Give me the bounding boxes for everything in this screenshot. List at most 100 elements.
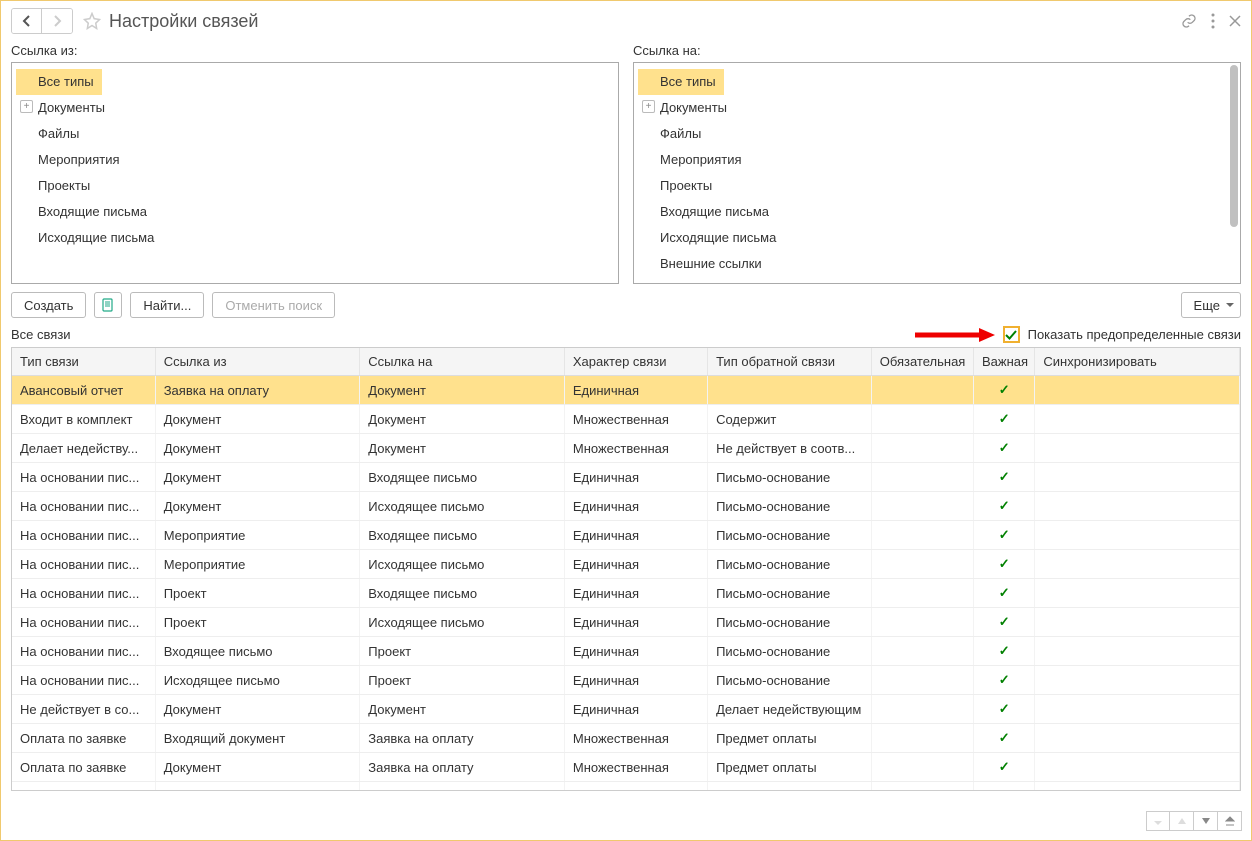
tree-item[interactable]: Файлы — [638, 121, 1236, 147]
close-icon[interactable] — [1229, 15, 1241, 27]
table-cell: Исходящее письмо — [360, 492, 565, 521]
kebab-menu-icon[interactable] — [1211, 13, 1215, 29]
row-last-button[interactable] — [1218, 811, 1242, 831]
table-cell: Единичная — [564, 579, 707, 608]
show-predefined-checkbox[interactable] — [1003, 326, 1020, 343]
column-header[interactable]: Тип обратной связи — [708, 348, 872, 376]
tree-item[interactable]: Мероприятия — [16, 147, 614, 173]
table-row[interactable]: На основании пис...МероприятиеИсходящее … — [12, 550, 1240, 579]
table-cell: ✓ — [974, 724, 1035, 753]
table-row[interactable]: Оплата по заявкеВходящий документЗаявка … — [12, 724, 1240, 753]
tree-item-label: Исходящие письма — [38, 230, 154, 245]
table-cell: Документ — [155, 405, 360, 434]
table-row[interactable]: На основании пис...ПроектВходящее письмо… — [12, 579, 1240, 608]
table-cell — [1035, 405, 1240, 434]
tree-item-label: Исходящие письма — [660, 230, 776, 245]
forward-button[interactable] — [42, 9, 72, 33]
create-button[interactable]: Создать — [11, 292, 86, 318]
row-down-button[interactable] — [1194, 811, 1218, 831]
column-header[interactable]: Тип связи — [12, 348, 155, 376]
tree-item[interactable]: Мероприятия — [638, 147, 1236, 173]
table-cell — [1035, 637, 1240, 666]
tree-item[interactable]: + Документы — [638, 95, 1236, 121]
table-cell — [1035, 492, 1240, 521]
table-cell — [564, 782, 707, 792]
tree-item[interactable]: Внешние ссылки — [638, 251, 1236, 277]
table-cell: Заявка на оплату — [155, 376, 360, 405]
table-cell: Документ — [155, 753, 360, 782]
table-row[interactable]: Оплата по заявкеДокументЗаявка на оплату… — [12, 753, 1240, 782]
table-row[interactable]: На основании пис...ДокументВходящее пись… — [12, 463, 1240, 492]
tree-item-label: Документы — [660, 100, 727, 115]
row-nav-buttons — [1146, 811, 1242, 831]
link-icon[interactable] — [1181, 13, 1197, 29]
table-cell — [155, 782, 360, 792]
table-row[interactable]: Делает недейству...ДокументДокументМноже… — [12, 434, 1240, 463]
table-cell: Множественная — [564, 753, 707, 782]
table-cell: Письмо-основание — [708, 637, 872, 666]
table-cell — [871, 637, 973, 666]
column-header[interactable]: Ссылка на — [360, 348, 565, 376]
cancel-search-button[interactable]: Отменить поиск — [212, 292, 335, 318]
column-header[interactable]: Обязательная — [871, 348, 973, 376]
column-header[interactable]: Важная — [974, 348, 1035, 376]
check-icon: ✓ — [999, 643, 1010, 658]
table-row[interactable]: На основании пис...МероприятиеВходящее п… — [12, 521, 1240, 550]
column-header[interactable]: Характер связи — [564, 348, 707, 376]
table-cell: Единичная — [564, 521, 707, 550]
expand-icon[interactable]: + — [642, 100, 655, 113]
table-row[interactable]: Входит в комплектДокументДокументМножест… — [12, 405, 1240, 434]
table-cell: Содержит — [708, 405, 872, 434]
scrollbar[interactable] — [1230, 65, 1238, 281]
expand-icon[interactable]: + — [20, 100, 33, 113]
tree-item[interactable]: Входящие письма — [638, 199, 1236, 225]
row-first-button[interactable] — [1146, 811, 1170, 831]
back-button[interactable] — [12, 9, 42, 33]
table-cell: Письмо-основание — [708, 463, 872, 492]
check-icon: ✓ — [999, 701, 1010, 716]
tree-item[interactable]: Файлы — [16, 121, 614, 147]
tree-item-label: Внешние ссылки — [660, 256, 762, 271]
table-row[interactable]: На основании пис...ПроектИсходящее письм… — [12, 608, 1240, 637]
tree-item[interactable]: Исходящие письма — [638, 225, 1236, 251]
table-cell: Документ — [155, 492, 360, 521]
table-row[interactable]: На основании пис...Входящее письмоПроект… — [12, 637, 1240, 666]
table-cell: Множественная — [564, 434, 707, 463]
table-cell: Письмо-основание — [708, 579, 872, 608]
table-cell: Делает недействующим — [708, 695, 872, 724]
check-icon: ✓ — [999, 585, 1010, 600]
tree-item[interactable]: Исходящие письма — [16, 225, 614, 251]
show-predefined-label: Показать предопределенные связи — [1028, 327, 1241, 342]
table-cell: Письмо-основание — [708, 550, 872, 579]
table-cell: ✓ — [974, 666, 1035, 695]
table-row[interactable]: На основании пис...Исходящее письмоПроек… — [12, 666, 1240, 695]
tree-item[interactable]: Входящие письма — [16, 199, 614, 225]
column-header[interactable]: Синхронизировать — [1035, 348, 1240, 376]
more-button[interactable]: Еще — [1181, 292, 1241, 318]
tree-item[interactable]: Все типы — [638, 69, 724, 95]
tree-item[interactable]: Все типы — [16, 69, 102, 95]
column-header[interactable]: Ссылка из — [155, 348, 360, 376]
tree-item-label: Входящие письма — [660, 204, 769, 219]
favorite-icon[interactable] — [83, 12, 101, 30]
refresh-button[interactable] — [94, 292, 122, 318]
table-cell: Проект — [155, 608, 360, 637]
table-cell: Единичная — [564, 695, 707, 724]
table-cell: ✓ — [974, 695, 1035, 724]
check-icon: ✓ — [999, 672, 1010, 687]
table-cell: На основании пис... — [12, 463, 155, 492]
tree-item[interactable]: Проекты — [16, 173, 614, 199]
tree-item[interactable]: Проекты — [638, 173, 1236, 199]
find-button[interactable]: Найти... — [130, 292, 204, 318]
left-panel-label: Ссылка из: — [11, 43, 619, 58]
tree-item[interactable]: +Документы — [16, 95, 614, 121]
check-icon: ✓ — [999, 556, 1010, 571]
table-cell: На основании пис... — [12, 579, 155, 608]
table-cell: На основании пис... — [12, 550, 155, 579]
table-row[interactable]: Авансовый отчетЗаявка на оплатуДокументЕ… — [12, 376, 1240, 405]
table-row[interactable]: На основании пис...ДокументИсходящее пис… — [12, 492, 1240, 521]
table-row[interactable]: ✓ — [12, 782, 1240, 792]
table-row[interactable]: Не действует в со...ДокументДокументЕдин… — [12, 695, 1240, 724]
row-up-button[interactable] — [1170, 811, 1194, 831]
tree-item-label: Мероприятия — [660, 152, 742, 167]
